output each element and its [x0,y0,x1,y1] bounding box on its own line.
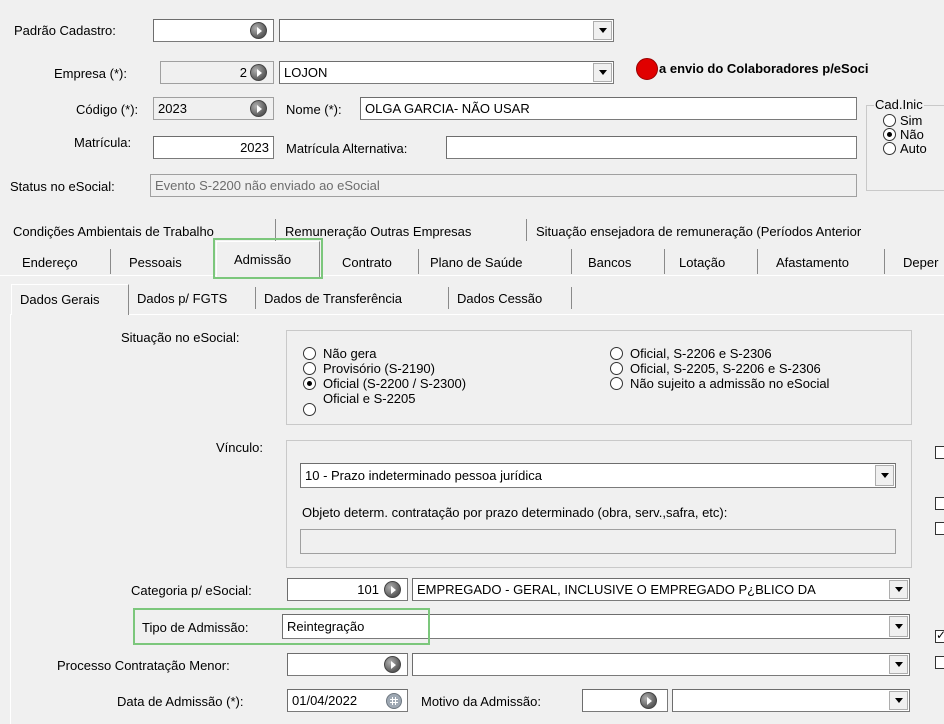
esocial-status-dot-icon [636,58,658,80]
lookup-arrow-icon[interactable] [640,692,657,709]
situacao-oficial-label: Oficial (S-2200 / S-2300) [323,376,467,391]
empresa-name-select[interactable]: LOJON [279,61,614,84]
tab-strip-line [0,275,944,276]
padrao-cadastro-select[interactable] [279,19,614,42]
tab-separator [448,287,449,309]
motivo-admissao-select[interactable] [672,689,910,712]
situacao-oficial-s2206-radio[interactable] [610,347,623,360]
chevron-down-icon[interactable] [593,21,612,40]
data-admissao-label: Data de Admissão (*): [117,694,244,709]
tab-situacao-ensejadora[interactable]: Situação ensejadora de remuneração (Perí… [536,224,861,240]
matricula-alt-label: Matrícula Alternativa: [286,141,408,156]
lookup-arrow-icon[interactable] [384,656,401,673]
subtab-dados-cessao[interactable]: Dados Cessão [457,291,542,307]
chevron-down-icon[interactable] [889,655,908,674]
matricula-input[interactable]: 2023 [153,136,274,159]
tab-contrato[interactable]: Contrato [342,255,392,271]
categoria-select[interactable]: EMPREGADO - GERAL, INCLUSIVE O EMPREGADO… [412,578,910,601]
chevron-down-icon[interactable] [889,616,908,637]
right-checkbox-4[interactable] [935,628,944,643]
lookup-arrow-icon[interactable] [250,22,267,39]
situacao-oficial-s2205-s2206-radio[interactable] [610,362,623,375]
tipo-admissao-highlight [133,608,430,645]
cad-auto-radio[interactable] [883,142,896,155]
subtab-dados-fgts[interactable]: Dados p/ FGTS [137,291,227,307]
codigo-label: Código (*): [76,102,139,117]
tab-plano-saude[interactable]: Plano de Saúde [430,255,523,271]
cad-sim-radio[interactable] [883,114,896,127]
matricula-label: Matrícula: [74,135,132,150]
tab-pessoais[interactable]: Pessoais [129,255,182,271]
vinculo-label: Vínculo: [216,440,263,455]
processo-menor-label: Processo Contratação Menor: [57,658,230,673]
tab-separator [418,249,419,274]
tab-separator [571,287,572,309]
tab-admissao-highlight [213,238,323,279]
status-esocial-input: Evento S-2200 não enviado ao eSocial [150,174,857,197]
tab-dependentes[interactable]: Deper [903,255,938,271]
cad-nao-radio[interactable] [883,128,896,141]
situacao-provisorio-label: Provisório (S-2190) [323,361,435,376]
situacao-oficial-s2205-label: Oficial e S-2205 [323,391,416,406]
right-checkbox-2[interactable] [935,497,944,510]
situacao-provisorio-radio[interactable] [303,362,316,375]
tab-separator [884,249,885,274]
chevron-down-icon[interactable] [889,580,908,599]
lookup-arrow-icon[interactable] [250,100,267,117]
tab-separator [526,219,527,241]
matricula-alt-input[interactable] [446,136,857,159]
tab-separator [571,249,572,274]
situacao-esocial-label: Situação no eSocial: [121,330,240,345]
tab-separator [255,287,256,309]
nome-input[interactable]: OLGA GARCIA- NÃO USAR [360,97,857,120]
subtab-dados-gerais[interactable]: Dados Gerais [11,284,129,315]
tab-separator [110,249,111,274]
chevron-down-icon[interactable] [593,63,612,82]
padrao-cadastro-label: Padrão Cadastro: [14,23,116,38]
tab-bancos[interactable]: Bancos [588,255,631,271]
tab-separator [664,249,665,274]
situacao-oficial-s2206-label: Oficial, S-2206 e S-2306 [630,346,772,361]
status-esocial-label: Status no eSocial: [10,179,115,194]
esocial-notice-text: a envio do Colaboradores p/eSoci [659,61,869,76]
chevron-down-icon[interactable] [889,691,908,710]
tab-separator [757,249,758,274]
vinculo-objeto-input[interactable] [300,529,896,554]
situacao-oficial-s2205-s2206-label: Oficial, S-2205, S-2206 e S-2306 [630,361,821,376]
lookup-arrow-icon[interactable] [384,581,401,598]
categoria-label: Categoria p/ eSocial: [131,583,252,598]
lookup-arrow-icon[interactable] [250,64,267,81]
empresa-label: Empresa (*): [54,66,127,81]
tab-condicoes-ambientais[interactable]: Condições Ambientais de Trabalho [13,224,214,240]
vinculo-select[interactable]: 10 - Prazo indeterminado pessoa jurídica [300,463,896,488]
vinculo-objeto-label: Objeto determ. contratação por prazo det… [302,505,728,520]
situacao-nao-gera-label: Não gera [323,346,377,361]
motivo-admissao-label: Motivo da Admissão: [421,694,541,709]
situacao-oficial-radio[interactable] [303,377,316,390]
calendar-icon[interactable] [386,693,402,709]
tab-lotacao[interactable]: Lotação [679,255,725,271]
cad-auto-label: Auto [900,141,927,156]
situacao-nao-gera-radio[interactable] [303,347,316,360]
situacao-oficial-s2205-radio[interactable] [303,403,316,416]
situacao-nao-sujeito-radio[interactable] [610,377,623,390]
processo-menor-select[interactable] [412,653,910,676]
cad-inicial-label: Cad.Inic [874,97,924,113]
tab-afastamento[interactable]: Afastamento [776,255,849,271]
tab-endereco[interactable]: Endereço [22,255,78,271]
right-checkbox-3[interactable] [935,522,944,535]
right-checkbox-5[interactable] [935,656,944,669]
subtab-dados-transferencia[interactable]: Dados de Transferência [264,291,402,307]
nome-label: Nome (*): [286,102,342,117]
chevron-down-icon[interactable] [875,465,894,486]
situacao-nao-sujeito-label: Não sujeito a admissão no eSocial [630,376,830,391]
right-checkbox-1[interactable] [935,446,944,459]
